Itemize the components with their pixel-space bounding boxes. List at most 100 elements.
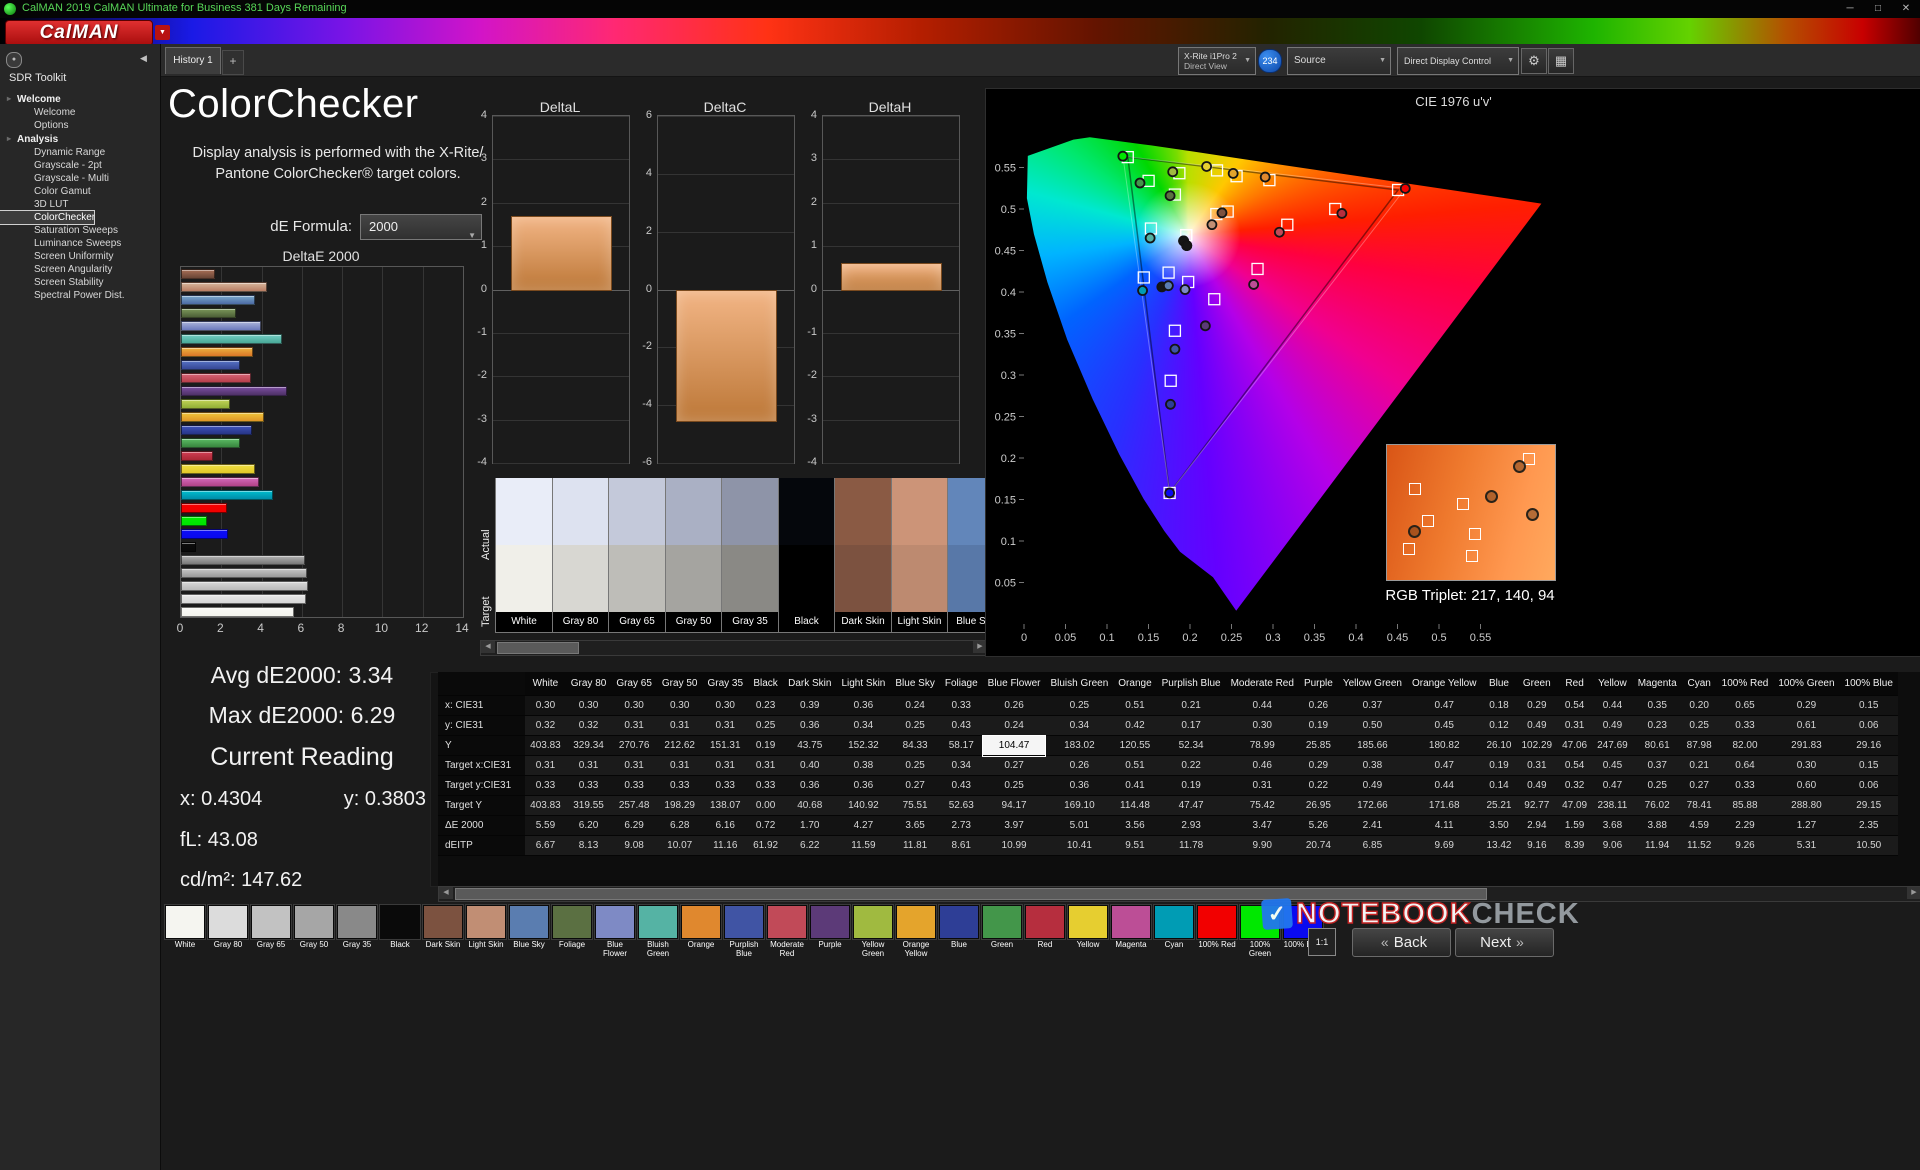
table-cell[interactable]: 185.66	[1337, 735, 1407, 756]
table-cell[interactable]: 11.78	[1156, 835, 1226, 856]
table-cell[interactable]: 0.25	[748, 715, 784, 736]
table-cell[interactable]: 114.48	[1113, 795, 1157, 816]
patch-swatch-foliage[interactable]: Foliage	[551, 904, 593, 950]
close-button[interactable]: ✕	[1892, 0, 1920, 18]
table-cell[interactable]: 140.92	[836, 795, 891, 816]
table-cell[interactable]: 0.15	[1839, 695, 1898, 716]
table-cell[interactable]: 212.62	[656, 735, 703, 756]
table-cell[interactable]: 0.29	[1298, 755, 1338, 776]
table-cell[interactable]: 0.19	[1481, 755, 1517, 776]
maximize-button[interactable]: □	[1864, 0, 1892, 18]
table-cell[interactable]: 0.31	[748, 755, 784, 776]
table-cell[interactable]: 94.17	[982, 795, 1046, 816]
table-cell[interactable]: 92.77	[1516, 795, 1558, 816]
table-cell[interactable]: 0.19	[748, 735, 784, 756]
table-cell[interactable]: 0.21	[1681, 755, 1717, 776]
table-cell[interactable]: 0.45	[1406, 715, 1482, 736]
table-cell[interactable]: 0.29	[1773, 695, 1840, 716]
tree-item-screen-stability[interactable]: Screen Stability	[0, 276, 160, 289]
table-cell[interactable]: 0.25	[1681, 715, 1717, 736]
table-cell[interactable]: 198.29	[656, 795, 703, 816]
table-cell[interactable]: 6.29	[611, 815, 657, 836]
table-cell[interactable]: 9.90	[1225, 835, 1299, 856]
table-cell[interactable]: 403.83	[525, 735, 566, 756]
table-cell[interactable]: 76.02	[1632, 795, 1682, 816]
strip-swatch-blue-sky[interactable]: Blue Sky	[947, 478, 986, 633]
table-cell[interactable]: 0.14	[1481, 775, 1517, 796]
table-cell[interactable]: 238.11	[1592, 795, 1633, 816]
table-cell[interactable]: 0.49	[1516, 775, 1558, 796]
tab-history-1[interactable]: History 1	[165, 47, 221, 74]
table-cell[interactable]: 0.31	[1557, 715, 1593, 736]
table-cell[interactable]: 0.32	[565, 715, 612, 736]
table-cell[interactable]: 0.51	[1113, 755, 1157, 776]
table-cell[interactable]: 0.30	[656, 695, 703, 716]
table-cell[interactable]: 0.30	[1773, 755, 1840, 776]
table-cell[interactable]: 5.59	[525, 815, 566, 836]
table-cell[interactable]: 29.16	[1839, 735, 1898, 756]
table-cell[interactable]: 247.69	[1592, 735, 1633, 756]
table-cell[interactable]: 2.93	[1156, 815, 1226, 836]
table-cell[interactable]: 0.29	[1516, 695, 1558, 716]
table-cell[interactable]: 0.49	[1592, 715, 1633, 736]
meter-select[interactable]: X-Rite i1Pro 2 Direct View ▼	[1178, 47, 1256, 75]
table-cell[interactable]: 0.38	[836, 755, 891, 776]
column-header-foliage[interactable]: Foliage	[939, 672, 983, 696]
table-cell[interactable]: 0.33	[748, 775, 784, 796]
patch-swatch-purple[interactable]: Purple	[809, 904, 851, 950]
column-header-100-red[interactable]: 100% Red	[1716, 672, 1774, 696]
table-cell[interactable]: 319.55	[565, 795, 612, 816]
table-cell[interactable]: 3.68	[1592, 815, 1633, 836]
table-cell[interactable]: 0.31	[656, 715, 703, 736]
table-cell[interactable]: 0.26	[1045, 755, 1114, 776]
patch-swatch-white[interactable]: White	[164, 904, 206, 950]
table-cell[interactable]: 0.41	[1113, 775, 1157, 796]
table-cell[interactable]: 26.10	[1481, 735, 1517, 756]
table-cell[interactable]: 0.24	[890, 695, 940, 716]
table-cell[interactable]: 78.99	[1225, 735, 1299, 756]
table-cell[interactable]: 3.88	[1632, 815, 1682, 836]
table-cell[interactable]: 4.11	[1406, 815, 1482, 836]
patch-swatch-magenta[interactable]: Magenta	[1110, 904, 1152, 950]
table-cell[interactable]: 4.27	[836, 815, 891, 836]
table-cell[interactable]: 40.68	[783, 795, 837, 816]
table-cell[interactable]: 47.47	[1156, 795, 1226, 816]
table-cell[interactable]: 0.20	[1681, 695, 1717, 716]
table-cell[interactable]: 84.33	[890, 735, 940, 756]
add-tab-button[interactable]: +	[222, 50, 244, 75]
table-cell[interactable]: 1.27	[1773, 815, 1840, 836]
table-cell[interactable]: 172.66	[1337, 795, 1407, 816]
table-cell[interactable]: 0.30	[702, 695, 749, 716]
table-cell[interactable]: 0.26	[1298, 695, 1338, 716]
table-cell[interactable]: 11.94	[1632, 835, 1682, 856]
table-cell[interactable]: 403.83	[525, 795, 566, 816]
table-cell[interactable]: 0.30	[565, 695, 612, 716]
table-cell[interactable]: 0.60	[1773, 775, 1840, 796]
table-cell[interactable]: 120.55	[1113, 735, 1157, 756]
tree-section[interactable]: ▸ Welcome	[0, 92, 160, 106]
table-cell[interactable]: 26.95	[1298, 795, 1338, 816]
table-cell[interactable]: 0.18	[1481, 695, 1517, 716]
column-header-blue-flower[interactable]: Blue Flower	[982, 672, 1046, 696]
table-cell[interactable]: 169.10	[1045, 795, 1114, 816]
tree-item-saturation-sweeps[interactable]: Saturation Sweeps	[0, 224, 160, 237]
table-cell[interactable]: 9.06	[1592, 835, 1633, 856]
table-cell[interactable]: 87.98	[1681, 735, 1717, 756]
table-cell[interactable]: 0.33	[525, 775, 566, 796]
table-cell[interactable]: 10.07	[656, 835, 703, 856]
table-cell[interactable]: 47.09	[1557, 795, 1593, 816]
table-cell[interactable]: 9.08	[611, 835, 657, 856]
patch-swatch-gray-80[interactable]: Gray 80	[207, 904, 249, 950]
table-cell[interactable]: 0.54	[1557, 695, 1593, 716]
table-cell[interactable]: 11.52	[1681, 835, 1717, 856]
table-cell[interactable]: 75.51	[890, 795, 940, 816]
column-header-blue[interactable]: Blue	[1481, 672, 1517, 696]
table-cell[interactable]: 0.39	[783, 695, 837, 716]
table-cell[interactable]: 5.01	[1045, 815, 1114, 836]
table-cell[interactable]: 25.85	[1298, 735, 1338, 756]
column-header-100-blue[interactable]: 100% Blue	[1839, 672, 1898, 696]
table-cell[interactable]: 0.32	[525, 715, 566, 736]
table-cell[interactable]: 329.34	[565, 735, 612, 756]
patch-swatch-moderate-red[interactable]: Moderate Red	[766, 904, 808, 958]
patch-swatch-red[interactable]: Red	[1024, 904, 1066, 950]
